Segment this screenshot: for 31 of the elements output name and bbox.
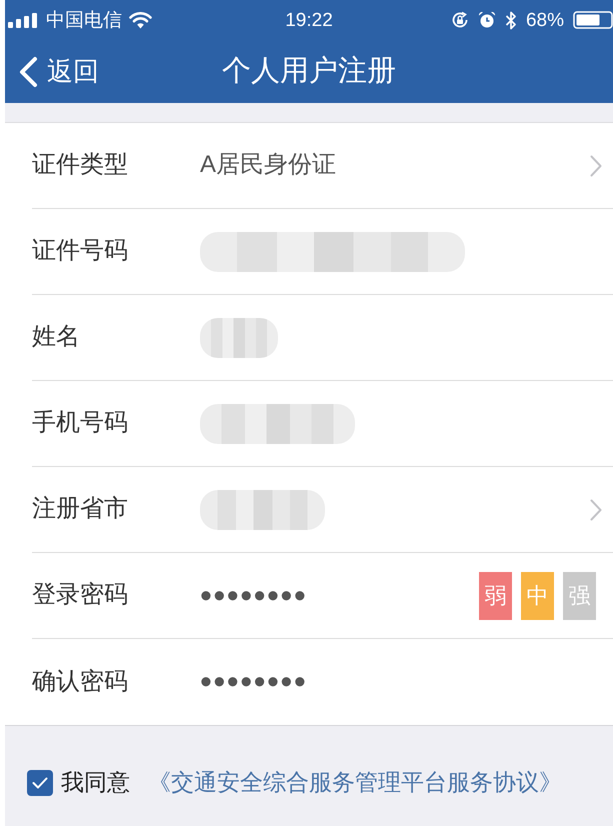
field-label: 确认密码 <box>32 668 129 696</box>
select-field[interactable]: A居民身份证 <box>200 140 602 190</box>
bluetooth-icon <box>504 10 517 30</box>
checkbox[interactable] <box>27 770 53 796</box>
password-field[interactable]: •••••••• <box>200 570 479 620</box>
page-title: 个人用户注册 <box>222 54 396 89</box>
alarm-clock-icon <box>478 11 496 29</box>
rotation-lock-icon <box>450 11 469 29</box>
agreement-link[interactable]: 《交通安全综合服务管理平台服务协议》 <box>148 768 562 798</box>
chevron-right-icon <box>590 498 602 520</box>
battery-percent: 68% <box>526 10 564 30</box>
field-label: 注册省市 <box>32 495 129 524</box>
field-label: 证件号码 <box>32 237 129 266</box>
carrier-name: 中国电信 <box>46 10 122 30</box>
chevron-right-icon <box>590 154 602 176</box>
clock-time: 19:22 <box>285 10 333 30</box>
selected-value: A居民身份证 <box>200 151 336 180</box>
strength-segment: 中 <box>521 572 554 620</box>
field-label: 证件类型 <box>32 151 129 180</box>
password-field[interactable]: •••••••• <box>200 657 602 707</box>
strength-segment: 弱 <box>479 572 512 620</box>
tick-icon <box>32 777 48 789</box>
field-label: 登录密码 <box>32 581 129 610</box>
wifi-icon <box>129 12 152 28</box>
signal-icon <box>8 12 39 28</box>
field-label: 姓名 <box>32 323 81 352</box>
field-label: 手机号码 <box>32 409 129 438</box>
back-chevron-icon <box>18 56 38 88</box>
battery-icon <box>573 11 613 29</box>
back-button[interactable]: 返回 <box>5 52 105 92</box>
agree-label: 我同意 <box>61 768 130 797</box>
